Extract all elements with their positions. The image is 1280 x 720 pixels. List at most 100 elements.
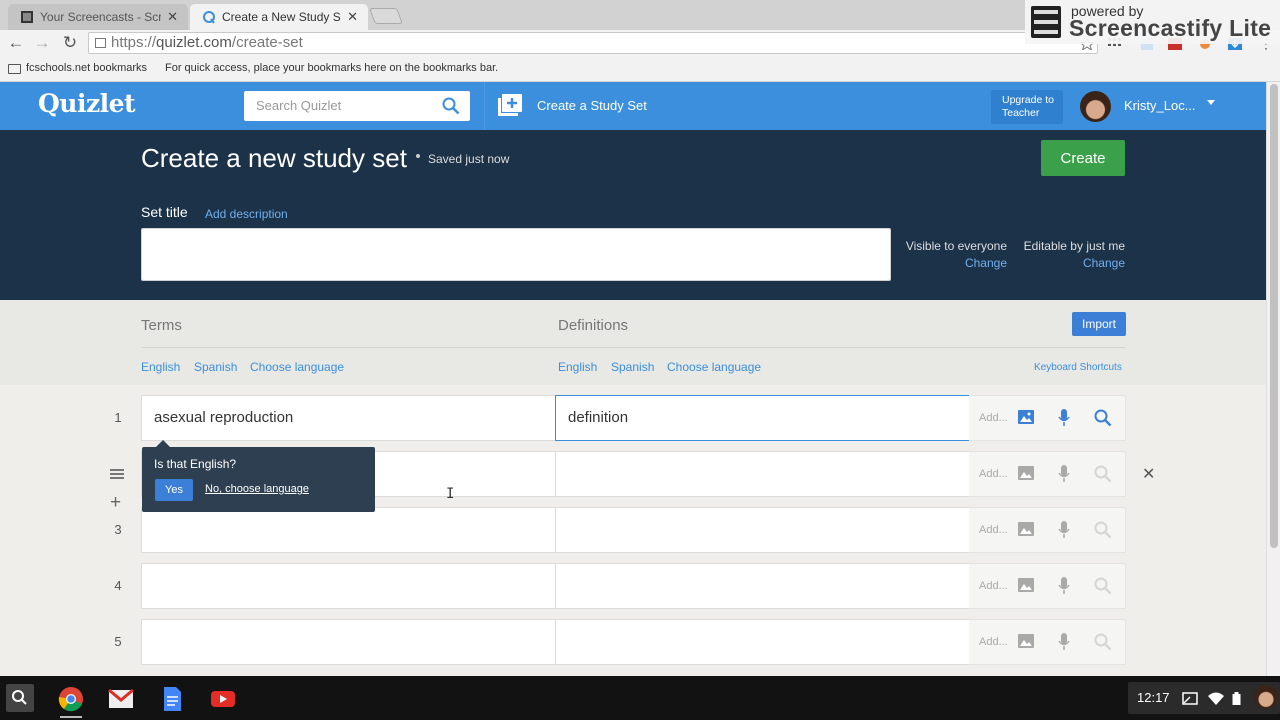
docs-icon[interactable] (159, 686, 185, 712)
image-icon[interactable] (1017, 465, 1035, 481)
page-icon (95, 38, 106, 48)
definitions-heading: Definitions (558, 317, 629, 334)
microphone-icon[interactable] (1058, 633, 1070, 651)
magnifier-icon[interactable] (1094, 633, 1112, 651)
divider (141, 347, 1126, 348)
image-icon[interactable] (1017, 633, 1035, 649)
definition-language-choose[interactable]: Choose language (667, 360, 761, 374)
create-set-icon[interactable] (498, 94, 522, 116)
back-button[interactable]: ← (6, 33, 26, 53)
import-button[interactable]: Import (1072, 312, 1126, 336)
definition-language-spanish[interactable]: Spanish (611, 360, 654, 374)
chevron-down-icon[interactable] (1207, 100, 1215, 105)
tab-quizlet[interactable]: Create a New Study Set | Quizlet ✕ (190, 4, 368, 30)
launcher-button[interactable] (6, 684, 34, 712)
popup-arrow (156, 440, 170, 447)
text-cursor-icon: I (446, 486, 455, 502)
term-input[interactable]: asexual reproduction (141, 395, 556, 441)
add-image-label[interactable]: Add... (979, 580, 1008, 592)
header-divider (484, 82, 485, 130)
close-tab-icon[interactable]: ✕ (347, 9, 358, 25)
image-icon[interactable] (1017, 521, 1035, 537)
youtube-icon[interactable] (210, 686, 236, 712)
term-language-spanish[interactable]: Spanish (194, 360, 237, 374)
reload-button[interactable]: ↻ (60, 33, 80, 53)
image-icon[interactable] (1017, 409, 1035, 425)
language-question: Is that English? (154, 457, 237, 471)
definition-input[interactable]: definition (555, 395, 970, 441)
screen-cast-icon (1182, 692, 1198, 705)
definition-input[interactable] (555, 619, 970, 665)
add-description-link[interactable]: Add description (205, 207, 288, 221)
microphone-icon[interactable] (1058, 409, 1070, 427)
address-bar[interactable]: https://quizlet.com/create-set (88, 32, 1098, 54)
term-input[interactable] (141, 563, 556, 609)
card-number: 5 (114, 634, 122, 649)
magnifier-icon[interactable] (1094, 577, 1112, 595)
magnifier-icon[interactable] (1094, 409, 1112, 427)
microphone-icon[interactable] (1058, 577, 1070, 595)
term-language-english[interactable]: English (141, 360, 180, 374)
set-title-input[interactable] (141, 228, 891, 281)
microphone-icon[interactable] (1058, 465, 1070, 483)
url-path: /create-set (231, 34, 303, 51)
system-tray[interactable]: 12:17 (1128, 682, 1280, 714)
quizlet-logo[interactable]: Quizlet (38, 89, 136, 118)
quizlet-header: Quizlet Search Quizlet Create a Study Se… (0, 82, 1266, 130)
search-icon[interactable] (442, 97, 460, 115)
card-tools: Add... (969, 507, 1126, 553)
magnifier-icon[interactable] (1094, 465, 1112, 483)
visibility-change-link[interactable]: Change (900, 255, 1007, 272)
forward-button[interactable]: → (32, 33, 52, 53)
gmail-icon[interactable] (108, 686, 134, 712)
add-image-label[interactable]: Add... (979, 468, 1008, 480)
search-input[interactable]: Search Quizlet (244, 91, 470, 121)
definition-input[interactable] (555, 563, 970, 609)
term-input[interactable] (141, 619, 556, 665)
bookmark-folder[interactable]: fcschools.net bookmarks (26, 62, 147, 74)
magnifier-icon[interactable] (1094, 521, 1112, 539)
definition-language-english[interactable]: English (558, 360, 597, 374)
definition-input[interactable] (555, 507, 970, 553)
add-row-icon[interactable]: + (110, 493, 121, 512)
card-tools: Add... (969, 395, 1126, 441)
search-placeholder: Search Quizlet (256, 98, 342, 113)
term-language-choose[interactable]: Choose language (250, 360, 344, 374)
choose-language-link[interactable]: No, choose language (205, 483, 309, 495)
visibility-label: Visible to everyone (905, 239, 1007, 253)
term-input[interactable] (141, 507, 556, 553)
add-image-label[interactable]: Add... (979, 636, 1008, 648)
tab-screencasts[interactable]: Your Screencasts - Screencastify ✕ (8, 4, 188, 30)
microphone-icon[interactable] (1058, 521, 1070, 539)
upgrade-to-teacher-button[interactable]: Upgrade to Teacher (991, 90, 1063, 124)
editability-label: Editable by just me (1023, 239, 1125, 253)
editability-change-link[interactable]: Change (1016, 255, 1125, 272)
create-button[interactable]: Create (1041, 140, 1125, 176)
running-indicator (60, 716, 82, 718)
folder-icon (8, 64, 21, 74)
delete-row-icon[interactable]: ✕ (1142, 464, 1155, 484)
confirm-language-button[interactable]: Yes (155, 479, 193, 501)
set-title-label: Set title (141, 204, 188, 220)
username[interactable]: Kristy_Loc... (1124, 98, 1196, 113)
page-title: Create a new study set (141, 143, 407, 173)
tab-title: Your Screencasts - Screencastify (40, 10, 162, 24)
avatar[interactable] (1080, 91, 1111, 122)
film-icon (1031, 6, 1061, 38)
new-tab-button[interactable] (369, 8, 403, 24)
drag-handle-icon[interactable] (110, 469, 124, 481)
bookmarks-hint: For quick access, place your bookmarks h… (165, 62, 499, 74)
close-tab-icon[interactable]: ✕ (167, 9, 178, 25)
create-study-set-link[interactable]: Create a Study Set (537, 98, 647, 113)
add-image-label[interactable]: Add... (979, 412, 1008, 424)
page-scrollbar[interactable] (1266, 82, 1280, 676)
image-icon[interactable] (1017, 577, 1035, 593)
definition-input[interactable] (555, 451, 970, 497)
search-icon (12, 690, 27, 705)
film-icon (21, 11, 33, 23)
add-image-label[interactable]: Add... (979, 524, 1008, 536)
keyboard-shortcuts-link[interactable]: Keyboard Shortcuts (1034, 362, 1122, 373)
cards-header: Terms Definitions Import English Spanish… (0, 300, 1266, 385)
chrome-icon[interactable] (58, 686, 84, 712)
scrollbar-thumb[interactable] (1270, 84, 1278, 548)
